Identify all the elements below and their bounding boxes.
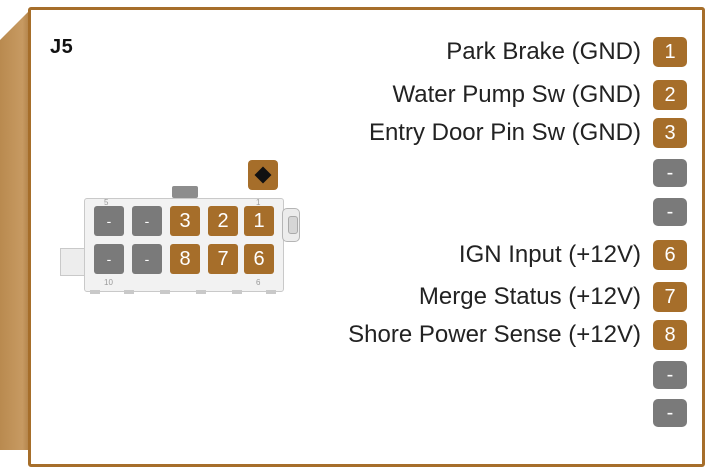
pin-badge: 8: [653, 320, 687, 350]
pin-row-6: IGN Input (+12V) 6: [459, 240, 687, 270]
pin-badge: -: [653, 399, 687, 427]
pin-row-1: Park Brake (GND) 1: [446, 37, 687, 67]
pin-label: Shore Power Sense (+12V): [348, 321, 641, 348]
connector-foot: [90, 290, 100, 294]
pin6-marker: 6: [256, 278, 261, 287]
pin-row-7: Merge Status (+12V) 7: [419, 282, 687, 312]
cavity-bottom-3: 8: [170, 244, 200, 274]
pin-badge: 3: [653, 118, 687, 148]
connector-drawing: 5 1 10 6 - - 3 2 1 - - 8 7 6: [60, 160, 320, 300]
diamond-key-icon: [248, 160, 278, 190]
pin-row-5: -: [641, 197, 687, 227]
pin-badge: -: [653, 198, 687, 226]
connector-foot: [196, 290, 206, 294]
pin-label: Park Brake (GND): [446, 38, 641, 65]
pin-badge: -: [653, 361, 687, 389]
pin-label: Water Pump Sw (GND): [392, 81, 641, 108]
connector-foot: [160, 290, 170, 294]
cavity-top-5: 1: [244, 206, 274, 236]
cavity-top-4: 2: [208, 206, 238, 236]
cavity-bottom-1: -: [94, 244, 124, 274]
cavity-bottom-5: 6: [244, 244, 274, 274]
cavity-bottom-4: 7: [208, 244, 238, 274]
pin-row-4: -: [641, 158, 687, 188]
connector-foot: [266, 290, 276, 294]
connector-top-tab: [172, 186, 198, 198]
cavity-top-2: -: [132, 206, 162, 236]
pin-badge: 6: [653, 240, 687, 270]
connector-title: J5: [50, 36, 74, 58]
pin-label: Entry Door Pin Sw (GND): [368, 119, 641, 146]
connector-foot: [232, 290, 242, 294]
pin10-marker: 10: [104, 278, 113, 287]
pin-row-8: Shore Power Sense (+12V) 8: [348, 320, 687, 350]
connector-left-tab: [60, 248, 86, 276]
pin-row-3: Entry Door Pin Sw (GND) 3: [369, 118, 687, 148]
pin-row-10: -: [641, 398, 687, 428]
pin-badge: 1: [653, 37, 687, 67]
connector-latch-inner: [288, 216, 298, 234]
pin-badge: 2: [653, 80, 687, 110]
pin-badge: 7: [653, 282, 687, 312]
pin-row-2: Water Pump Sw (GND) 2: [393, 80, 687, 110]
pin-label: Merge Status (+12V): [418, 283, 641, 310]
pin-row-9: -: [641, 360, 687, 390]
cavity-top-1: -: [94, 206, 124, 236]
pin-label: IGN Input (+12V): [458, 241, 641, 268]
connector-foot: [124, 290, 134, 294]
diamond-key-glyph: [254, 166, 272, 184]
cavity-bottom-2: -: [132, 244, 162, 274]
cavity-top-3: 3: [170, 206, 200, 236]
pin-badge: -: [653, 159, 687, 187]
